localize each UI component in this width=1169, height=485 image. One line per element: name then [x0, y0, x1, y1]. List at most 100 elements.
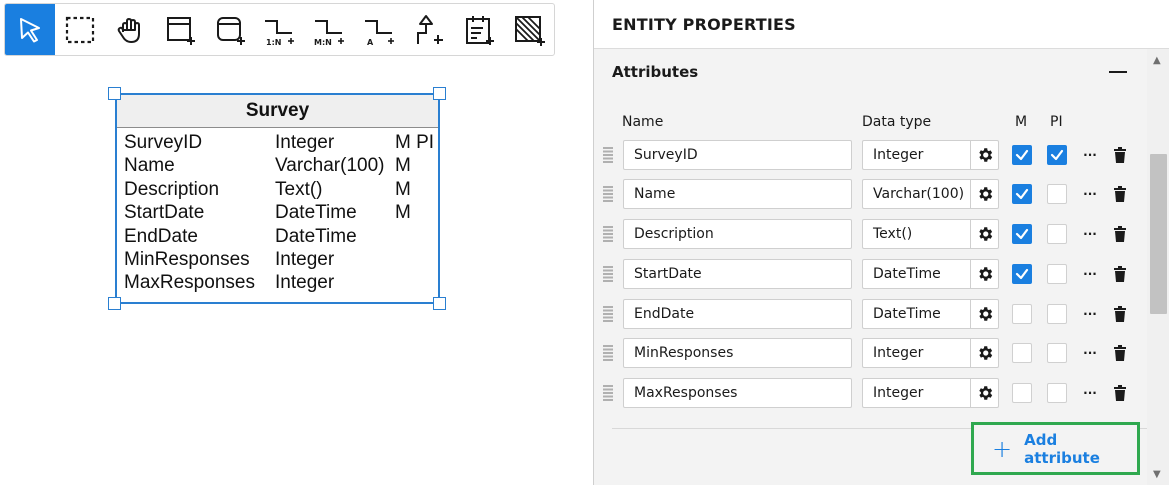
- primary-identifier-checkbox[interactable]: [1047, 304, 1067, 324]
- more-options-icon[interactable]: ···: [1080, 224, 1100, 244]
- tool-pointer[interactable]: [5, 4, 55, 55]
- type-settings-button[interactable]: [970, 259, 999, 289]
- mandatory-checkbox[interactable]: [1012, 304, 1032, 324]
- delete-attribute-button[interactable]: [1110, 145, 1130, 165]
- mandatory-checkbox[interactable]: [1012, 264, 1032, 284]
- more-options-icon[interactable]: ···: [1080, 343, 1100, 363]
- gear-icon: [978, 227, 992, 241]
- pointer-icon: [19, 17, 40, 42]
- attribute-name-input[interactable]: [623, 140, 852, 170]
- mandatory-checkbox[interactable]: [1012, 224, 1032, 244]
- attribute-type-field[interactable]: Varchar(100): [862, 179, 971, 209]
- primary-identifier-checkbox[interactable]: [1047, 383, 1067, 403]
- mandatory-checkbox[interactable]: [1012, 184, 1032, 204]
- mandatory-checkbox[interactable]: [1012, 383, 1032, 403]
- tool-inheritance[interactable]: [404, 4, 454, 55]
- drag-handle-icon[interactable]: [603, 226, 613, 242]
- attribute-type-field[interactable]: Integer: [862, 378, 971, 408]
- delete-attribute-button[interactable]: [1110, 264, 1130, 284]
- gear-icon: [978, 267, 992, 281]
- drag-handle-icon[interactable]: [603, 147, 613, 163]
- attribute-name-input[interactable]: [623, 259, 852, 289]
- entity-survey[interactable]: Survey SurveyID Integer M PI Name Varcha…: [115, 93, 440, 304]
- column-header-mandatory: M: [1015, 114, 1028, 130]
- relation-1n-label: 1:N: [266, 38, 281, 47]
- type-settings-button[interactable]: [970, 140, 999, 170]
- type-settings-button[interactable]: [970, 179, 999, 209]
- entity-row-name: Name: [124, 155, 175, 177]
- more-options-icon[interactable]: ···: [1080, 145, 1100, 165]
- type-settings-button[interactable]: [970, 219, 999, 249]
- tool-add-note[interactable]: [454, 4, 504, 55]
- attribute-name-input[interactable]: [623, 338, 852, 368]
- primary-identifier-checkbox[interactable]: [1047, 264, 1067, 284]
- type-settings-button[interactable]: [970, 338, 999, 368]
- drag-handle-icon[interactable]: [603, 306, 613, 322]
- entity-properties-panel: ENTITY PROPERTIES Attributes Name Data t…: [594, 0, 1169, 485]
- entity-row-name: EndDate: [124, 225, 198, 247]
- primary-identifier-checkbox[interactable]: [1047, 224, 1067, 244]
- add-attribute-button[interactable]: + Add attribute: [971, 422, 1140, 475]
- attribute-name-input[interactable]: [623, 299, 852, 329]
- tool-relation-1n[interactable]: 1:N: [255, 4, 305, 55]
- attribute-name-input[interactable]: [623, 219, 852, 249]
- mandatory-checkbox[interactable]: [1012, 343, 1032, 363]
- add-note-icon: [466, 15, 495, 45]
- scroll-up-arrow-icon[interactable]: ▲: [1153, 55, 1161, 66]
- attribute-type-field[interactable]: DateTime: [862, 299, 971, 329]
- tool-relation-attribute[interactable]: A: [354, 4, 404, 55]
- entity-row: MaxResponses Integer: [117, 271, 438, 294]
- entity-row-type: Integer: [275, 272, 335, 294]
- delete-attribute-button[interactable]: [1110, 383, 1130, 403]
- diagram-canvas[interactable]: 1:N M:N A Survey SurveyID Integer M PI N…: [0, 0, 593, 485]
- more-options-icon[interactable]: ···: [1080, 383, 1100, 403]
- collapse-icon[interactable]: [1109, 71, 1127, 73]
- tool-select-area[interactable]: [55, 4, 105, 55]
- drag-handle-icon[interactable]: [603, 345, 613, 361]
- attribute-name-input[interactable]: [623, 179, 852, 209]
- inheritance-icon: [417, 14, 444, 44]
- attribute-name-input[interactable]: [623, 378, 852, 408]
- tool-add-rounded-entity[interactable]: [205, 4, 255, 55]
- primary-identifier-checkbox[interactable]: [1047, 145, 1067, 165]
- entity-row: MinResponses Integer: [117, 248, 438, 271]
- scroll-thumb[interactable]: [1150, 154, 1167, 314]
- scroll-down-arrow-icon[interactable]: ▼: [1153, 469, 1161, 480]
- resize-handle-bottom-right[interactable]: [433, 297, 446, 310]
- drag-handle-icon[interactable]: [603, 186, 613, 202]
- more-options-icon[interactable]: ···: [1080, 184, 1100, 204]
- tool-add-entity[interactable]: [155, 4, 205, 55]
- primary-identifier-checkbox[interactable]: [1047, 184, 1067, 204]
- type-settings-button[interactable]: [970, 378, 999, 408]
- trash-icon: [1114, 147, 1126, 163]
- type-settings-button[interactable]: [970, 299, 999, 329]
- delete-attribute-button[interactable]: [1110, 184, 1130, 204]
- entity-row: Name Varchar(100) M: [117, 154, 438, 177]
- drag-handle-icon[interactable]: [603, 266, 613, 282]
- vertical-scrollbar[interactable]: ▲ ▼: [1147, 49, 1169, 485]
- primary-identifier-checkbox[interactable]: [1047, 343, 1067, 363]
- attributes-section-title[interactable]: Attributes: [612, 63, 698, 81]
- attribute-type-field[interactable]: Integer: [862, 140, 971, 170]
- tool-add-hatched-area[interactable]: [504, 4, 554, 55]
- tool-pan[interactable]: [105, 4, 155, 55]
- attribute-type-field[interactable]: Integer: [862, 338, 971, 368]
- drag-handle-icon[interactable]: [603, 385, 613, 401]
- add-entity-icon: [166, 16, 195, 45]
- more-options-icon[interactable]: ···: [1080, 264, 1100, 284]
- more-options-icon[interactable]: ···: [1080, 304, 1100, 324]
- gear-icon: [978, 307, 992, 321]
- resize-handle-top-right[interactable]: [433, 87, 446, 100]
- resize-handle-top-left[interactable]: [108, 87, 121, 100]
- delete-attribute-button[interactable]: [1110, 304, 1130, 324]
- mandatory-checkbox[interactable]: [1012, 145, 1032, 165]
- delete-attribute-button[interactable]: [1110, 224, 1130, 244]
- attribute-type-field[interactable]: Text(): [862, 219, 971, 249]
- trash-icon: [1114, 186, 1126, 202]
- entity-row-name: MaxResponses: [124, 272, 255, 294]
- attribute-type-field[interactable]: DateTime: [862, 259, 971, 289]
- tool-relation-mn[interactable]: M:N: [304, 4, 354, 55]
- column-header-primary-identifier: PI: [1050, 114, 1063, 130]
- delete-attribute-button[interactable]: [1110, 343, 1130, 363]
- resize-handle-bottom-left[interactable]: [108, 297, 121, 310]
